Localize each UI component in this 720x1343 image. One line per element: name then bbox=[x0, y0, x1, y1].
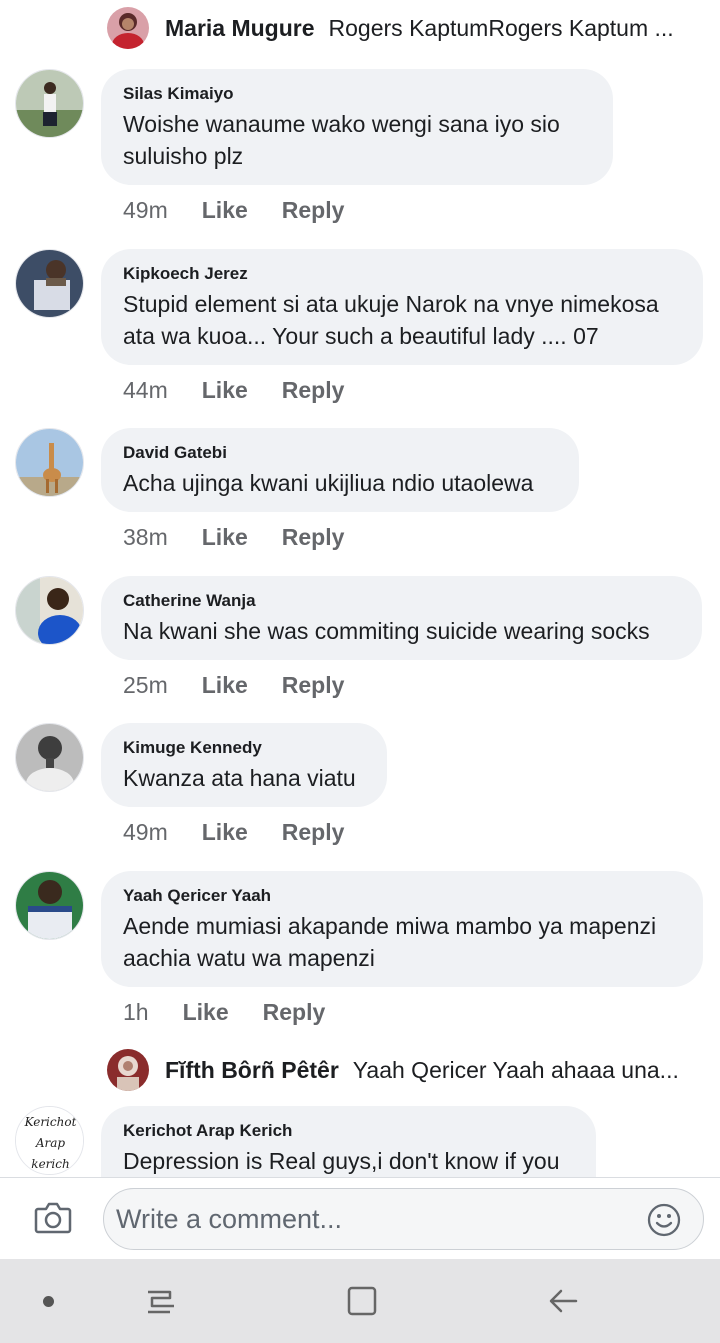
comment-text: Woishe wanaume wako wengi sana iyo sio s… bbox=[123, 111, 560, 169]
like-button[interactable]: Like bbox=[202, 197, 248, 224]
comment-time: 38m bbox=[123, 524, 168, 550]
avatar[interactable] bbox=[15, 69, 84, 138]
comment-composer: Write a comment... bbox=[0, 1177, 720, 1259]
comment-bubble[interactable]: David Gatebi Acha ujinga kwani ukijliua … bbox=[101, 428, 579, 512]
avatar[interactable] bbox=[15, 723, 84, 792]
comment-bubble[interactable]: Kimuge Kennedy Kwanza ata hana viatu bbox=[101, 723, 387, 807]
logo-text-line: kerich bbox=[31, 1157, 69, 1171]
comment-actions: 25m Like Reply bbox=[123, 672, 344, 699]
nav-dot-icon[interactable] bbox=[43, 1296, 54, 1307]
comment-author[interactable]: Kimuge Kennedy bbox=[123, 737, 365, 759]
comment-author[interactable]: Kerichot Arap Kerich bbox=[123, 1120, 574, 1142]
comment-text: Acha ujinga kwani ukijliua ndio utaolewa bbox=[123, 470, 534, 496]
like-button[interactable]: Like bbox=[202, 819, 248, 846]
comment-author[interactable]: David Gatebi bbox=[123, 442, 557, 464]
comment-actions: 38m Like Reply bbox=[123, 524, 344, 551]
reply-button[interactable]: Reply bbox=[282, 819, 345, 846]
reply-button[interactable]: Reply bbox=[282, 197, 345, 224]
reply-preview[interactable]: Fĭfth Bôrñ Pêtêr Yaah Qericer Yaah ahaaa… bbox=[107, 1048, 707, 1092]
avatar[interactable] bbox=[15, 428, 84, 497]
logo-text-line: Kerichot bbox=[24, 1115, 77, 1129]
comment-actions: 44m Like Reply bbox=[123, 377, 344, 404]
comment-input[interactable]: Write a comment... bbox=[103, 1188, 704, 1250]
like-button[interactable]: Like bbox=[202, 672, 248, 699]
comment-time: 49m bbox=[123, 197, 168, 223]
comment-text: Aende mumiasi akapande miwa mambo ya map… bbox=[123, 913, 657, 971]
reply-button[interactable]: Reply bbox=[282, 524, 345, 551]
comment-author[interactable]: Kipkoech Jerez bbox=[123, 263, 681, 285]
comment-actions: 1h Like Reply bbox=[123, 999, 325, 1026]
comment-text: Depression is Real guys,i don't know if … bbox=[123, 1148, 560, 1174]
comment-text: Na kwani she was commiting suicide weari… bbox=[123, 618, 650, 644]
emoji-icon[interactable] bbox=[647, 1203, 681, 1237]
camera-icon[interactable] bbox=[34, 1200, 72, 1236]
comment-time: 44m bbox=[123, 377, 168, 403]
avatar[interactable]: Kerichot Arap kerich bbox=[15, 1106, 84, 1175]
reply-button[interactable]: Reply bbox=[263, 999, 326, 1026]
comment-author[interactable]: Yaah Qericer Yaah bbox=[123, 885, 681, 907]
comment-text: Kwanza ata hana viatu bbox=[123, 765, 356, 791]
reply-preview-text[interactable]: Rogers KaptumRogers Kaptum ... bbox=[329, 15, 707, 42]
home-icon[interactable] bbox=[345, 1284, 379, 1318]
logo-text-line: Arap bbox=[35, 1136, 66, 1150]
comment-time: 25m bbox=[123, 672, 168, 698]
reply-author-name[interactable]: Maria Mugure bbox=[165, 15, 315, 42]
comment-actions: 49m Like Reply bbox=[123, 197, 344, 224]
comment-time: 1h bbox=[123, 999, 149, 1025]
recents-icon[interactable] bbox=[144, 1284, 178, 1318]
comment-time: 49m bbox=[123, 819, 168, 845]
comments-list: Maria Mugure Rogers KaptumRogers Kaptum … bbox=[0, 0, 720, 1177]
like-button[interactable]: Like bbox=[202, 377, 248, 404]
comment-author[interactable]: Catherine Wanja bbox=[123, 590, 680, 612]
reply-button[interactable]: Reply bbox=[282, 377, 345, 404]
reply-button[interactable]: Reply bbox=[282, 672, 345, 699]
avatar[interactable] bbox=[15, 249, 84, 318]
comment-bubble[interactable]: Kipkoech Jerez Stupid element si ata uku… bbox=[101, 249, 703, 365]
like-button[interactable]: Like bbox=[183, 999, 229, 1026]
comment-bubble[interactable]: Silas Kimaiyo Woishe wanaume wako wengi … bbox=[101, 69, 613, 185]
avatar[interactable] bbox=[107, 7, 149, 49]
comment-input-placeholder: Write a comment... bbox=[116, 1204, 343, 1234]
reply-preview-text[interactable]: Yaah Qericer Yaah ahaaa una... bbox=[353, 1057, 707, 1084]
system-nav-bar bbox=[0, 1259, 720, 1343]
comment-text: Stupid element si ata ukuje Narok na vny… bbox=[123, 291, 659, 349]
reply-author-name[interactable]: Fĭfth Bôrñ Pêtêr bbox=[165, 1057, 339, 1084]
comment-actions: 49m Like Reply bbox=[123, 819, 344, 846]
comment-bubble[interactable]: Kerichot Arap Kerich Depression is Real … bbox=[101, 1106, 596, 1177]
back-icon[interactable] bbox=[546, 1284, 580, 1318]
comment-bubble[interactable]: Catherine Wanja Na kwani she was commiti… bbox=[101, 576, 702, 660]
comment-author[interactable]: Silas Kimaiyo bbox=[123, 83, 591, 105]
avatar[interactable] bbox=[15, 576, 84, 645]
comment-bubble[interactable]: Yaah Qericer Yaah Aende mumiasi akapande… bbox=[101, 871, 703, 987]
reply-preview[interactable]: Maria Mugure Rogers KaptumRogers Kaptum … bbox=[107, 6, 707, 50]
avatar[interactable] bbox=[107, 1049, 149, 1091]
like-button[interactable]: Like bbox=[202, 524, 248, 551]
avatar[interactable] bbox=[15, 871, 84, 940]
